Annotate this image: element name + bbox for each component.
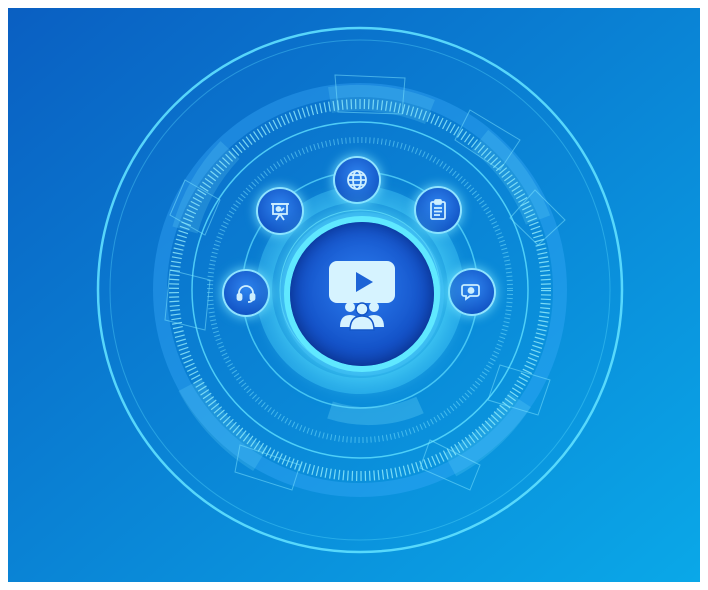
illustration-canvas bbox=[8, 8, 700, 582]
clipboard-icon[interactable] bbox=[416, 188, 460, 232]
video-conference-icon bbox=[329, 261, 395, 331]
video-conference-hub[interactable] bbox=[290, 222, 434, 366]
headset-icon[interactable] bbox=[224, 271, 268, 315]
presentation-board-icon[interactable] bbox=[258, 189, 302, 233]
chat-icon[interactable] bbox=[450, 270, 494, 314]
globe-icon[interactable] bbox=[335, 158, 379, 202]
